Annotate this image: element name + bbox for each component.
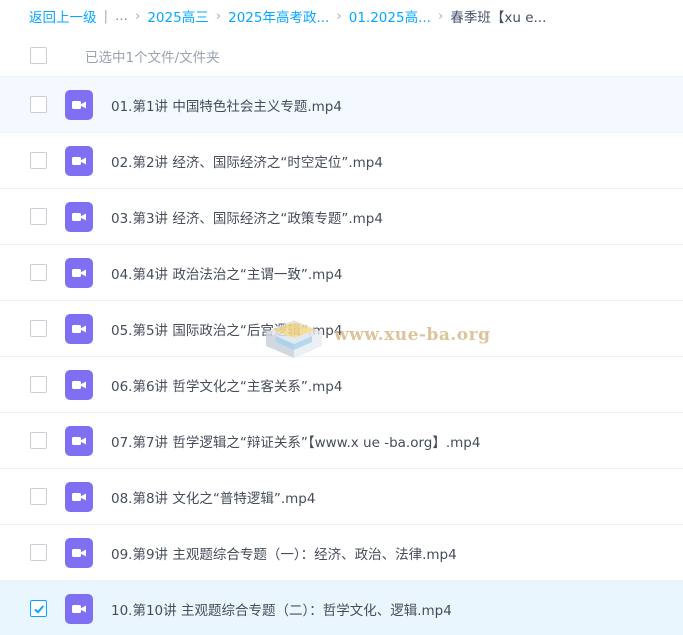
selection-bar: 已选中1个文件/文件夹 — [0, 36, 683, 76]
camera-icon — [72, 381, 86, 389]
file-row[interactable]: 08.第8讲 文化之“普特逻辑”.mp4 — [0, 468, 683, 524]
video-icon[interactable] — [65, 314, 93, 344]
camera-icon — [72, 437, 86, 445]
back-link[interactable]: 返回上一级 — [29, 6, 97, 26]
select-all-checkbox[interactable] — [30, 47, 47, 64]
camera-icon — [72, 605, 86, 613]
breadcrumb-item[interactable]: 2025高三 — [147, 6, 208, 26]
file-name[interactable]: 03.第3讲 经济、国际经济之“政策专题”.mp4 — [111, 207, 383, 227]
camera-icon — [72, 493, 86, 501]
breadcrumb-separator: › — [336, 8, 342, 24]
video-icon[interactable] — [65, 370, 93, 400]
breadcrumb-item[interactable]: 01.2025高... — [349, 6, 431, 26]
file-checkbox[interactable] — [30, 208, 47, 225]
breadcrumb-separator: | — [103, 8, 109, 24]
file-name[interactable]: 07.第7讲 哲学逻辑之“辩证关系”【www.x ue -ba.org】.mp4 — [111, 431, 480, 451]
checkmark-icon — [33, 604, 44, 614]
camera-icon — [72, 213, 86, 221]
file-checkbox[interactable] — [30, 376, 47, 393]
file-row[interactable]: 03.第3讲 经济、国际经济之“政策专题”.mp4 — [0, 188, 683, 244]
video-icon[interactable] — [65, 202, 93, 232]
file-row[interactable]: 05.第5讲 国际政治之“后宫逻辑”.mp4 — [0, 300, 683, 356]
file-name[interactable]: 05.第5讲 国际政治之“后宫逻辑”.mp4 — [111, 319, 342, 339]
video-icon[interactable] — [65, 90, 93, 120]
file-name[interactable]: 01.第1讲 中国特色社会主义专题.mp4 — [111, 95, 342, 115]
file-checkbox[interactable] — [30, 320, 47, 337]
file-checkbox[interactable] — [30, 544, 47, 561]
camera-icon — [72, 325, 86, 333]
file-row[interactable]: 02.第2讲 经济、国际经济之“时空定位”.mp4 — [0, 132, 683, 188]
video-icon[interactable] — [65, 258, 93, 288]
file-checkbox[interactable] — [30, 488, 47, 505]
file-row[interactable]: 01.第1讲 中国特色社会主义专题.mp4 — [0, 76, 683, 132]
breadcrumb-current: 春季班【xu e... — [450, 10, 547, 26]
file-name[interactable]: 08.第8讲 文化之“普特逻辑”.mp4 — [111, 487, 315, 507]
file-checkbox[interactable] — [30, 264, 47, 281]
camera-icon — [72, 549, 86, 557]
file-name[interactable]: 04.第4讲 政治法治之“主谓一致”.mp4 — [111, 263, 342, 283]
video-icon[interactable] — [65, 594, 93, 624]
file-checkbox[interactable] — [30, 432, 47, 449]
breadcrumb-separator: › — [437, 8, 444, 24]
file-checkbox[interactable] — [30, 96, 47, 113]
camera-icon — [72, 101, 86, 109]
video-icon[interactable] — [65, 426, 93, 456]
file-row[interactable]: 06.第6讲 哲学文化之“主客关系”.mp4 — [0, 356, 683, 412]
breadcrumb-ellipsis[interactable]: ... — [115, 8, 128, 24]
selection-count-label: 已选中1个文件/文件夹 — [85, 50, 220, 66]
file-name[interactable]: 06.第6讲 哲学文化之“主客关系”.mp4 — [111, 375, 342, 395]
video-icon[interactable] — [65, 146, 93, 176]
video-icon[interactable] — [65, 482, 93, 512]
camera-icon — [72, 269, 86, 277]
file-row[interactable]: 09.第9讲 主观题综合专题（一）：经济、政治、法律.mp4 — [0, 524, 683, 580]
file-list: 01.第1讲 中国特色社会主义专题.mp4 02.第2讲 经济、国际经济之“时空定… — [0, 76, 683, 635]
camera-icon — [72, 157, 86, 165]
file-name[interactable]: 02.第2讲 经济、国际经济之“时空定位”.mp4 — [111, 151, 383, 171]
file-checkbox[interactable] — [30, 152, 47, 169]
breadcrumb-item[interactable]: 2025年高考政... — [228, 6, 329, 26]
breadcrumb-separator: › — [215, 8, 222, 24]
breadcrumb: 返回上一级 | ... › 2025高三 › 2025年高考政... › 01.… — [0, 0, 683, 32]
file-row[interactable]: 04.第4讲 政治法治之“主谓一致”.mp4 — [0, 244, 683, 300]
breadcrumb-separator: › — [134, 8, 141, 24]
file-name[interactable]: 10.第10讲 主观题综合专题（二）：哲学文化、逻辑.mp4 — [111, 599, 452, 619]
video-icon[interactable] — [65, 538, 93, 568]
file-name[interactable]: 09.第9讲 主观题综合专题（一）：经济、政治、法律.mp4 — [111, 543, 457, 563]
file-row[interactable]: 10.第10讲 主观题综合专题（二）：哲学文化、逻辑.mp4 — [0, 580, 683, 635]
file-row[interactable]: 07.第7讲 哲学逻辑之“辩证关系”【www.x ue -ba.org】.mp4 — [0, 412, 683, 468]
file-checkbox-checked[interactable] — [30, 600, 47, 617]
